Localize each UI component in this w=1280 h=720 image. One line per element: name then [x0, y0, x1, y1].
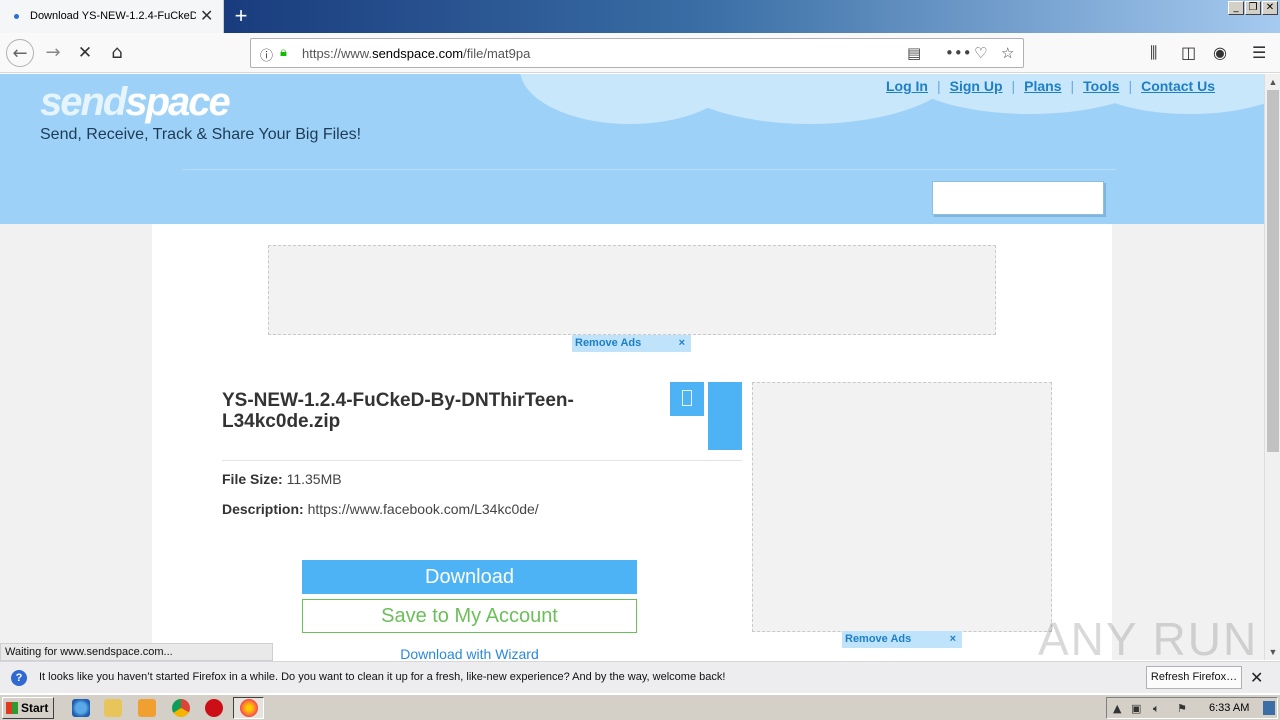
new-tab-button[interactable]: +	[230, 3, 252, 29]
description-label: Description:	[222, 501, 304, 517]
remove-ads-close-icon[interactable]: ×	[950, 631, 956, 648]
phone-icon	[682, 390, 692, 406]
forward-button[interactable]: →	[39, 39, 67, 67]
browser-titlebar: Download YS-NEW-1.2.4-FuCkeD-By-DNThirTe…	[0, 0, 1280, 33]
tab-title: Download YS-NEW-1.2.4-FuCkeD-By-DNThirTe…	[30, 10, 196, 22]
file-name-heading: YS-NEW-1.2.4-FuCkeD-By-DNThirTeen-L34kc0…	[222, 390, 574, 432]
scrollbar-thumb[interactable]	[1267, 90, 1279, 452]
header-search-box[interactable]	[932, 181, 1104, 215]
notification-message: It looks like you haven’t started Firefo…	[39, 671, 726, 683]
sidebar-icon[interactable]: ◫	[1181, 43, 1196, 62]
pocket-icon[interactable]: ♡	[974, 44, 987, 62]
opera-icon[interactable]	[205, 699, 223, 717]
remove-ads-side-button[interactable]: Remove Ads ×	[842, 631, 962, 648]
home-button[interactable]: ⌂	[103, 39, 131, 67]
main-content: Remove Ads × YS-NEW-1.2.4-FuCkeD-By-DNTh…	[152, 224, 1112, 660]
volume-icon[interactable]: 🔈︎	[1153, 702, 1160, 716]
site-tagline: Send, Receive, Track & Share Your Big Fi…	[40, 126, 362, 143]
web-page: sendspace Send, Receive, Track & Share Y…	[0, 74, 1264, 660]
page-scrollbar[interactable]: ▲ ▼	[1264, 74, 1280, 660]
menu-icon[interactable]: ☰	[1252, 43, 1266, 62]
scroll-down-arrow-icon[interactable]: ▼	[1265, 644, 1280, 660]
lock-icon[interactable]: 🔒︎	[280, 45, 287, 60]
action-center-flag-icon[interactable]: ⚑	[1177, 702, 1187, 715]
start-button[interactable]: Start	[2, 697, 54, 719]
back-button[interactable]: ←	[6, 39, 34, 67]
file-explorer-icon[interactable]	[104, 699, 122, 717]
show-desktop-icon[interactable]	[1263, 701, 1275, 715]
description-row: Description: https://www.facebook.com/L3…	[222, 501, 539, 517]
bookmark-star-icon[interactable]: ☆	[1001, 44, 1014, 62]
show-hidden-icons-icon[interactable]: ▲	[1113, 702, 1121, 715]
remove-ads-close-icon[interactable]: ×	[679, 335, 685, 352]
anyrun-watermark: ANY RUN	[1038, 613, 1259, 665]
qr-code-button[interactable]	[670, 382, 704, 416]
file-size-row: File Size: 11.35MB	[222, 471, 342, 487]
reader-view-icon[interactable]: ▤	[907, 44, 921, 62]
ad-box-side[interactable]	[752, 382, 1052, 632]
file-divider	[222, 460, 742, 461]
library-icon[interactable]: ⫼	[1150, 43, 1157, 63]
firefox-notification-bar: ? It looks like you haven’t started Fire…	[0, 661, 1280, 693]
nav-plans-link[interactable]: Plans	[1024, 78, 1061, 94]
description-value: https://www.facebook.com/L34kc0de/	[307, 501, 539, 517]
ad-banner-top[interactable]	[268, 245, 996, 335]
system-tray: ▲ ▣ 🔈︎ ⚑ 6:33 AM	[1106, 697, 1278, 719]
question-icon: ?	[11, 670, 27, 686]
firefox-taskbar-button[interactable]	[233, 697, 264, 719]
save-to-account-button[interactable]: Save to My Account	[302, 599, 637, 633]
page-actions-icon[interactable]: •••	[945, 44, 972, 62]
internet-explorer-icon[interactable]	[72, 699, 90, 717]
stop-loading-button[interactable]: ✕	[71, 39, 99, 67]
url-text[interactable]: https://www.sendspace.com/file/mat9pa	[302, 46, 530, 61]
file-size-value: 11.35MB	[286, 471, 342, 487]
top-navigation: Log In | Sign Up | Plans | Tools | Contact Us	[885, 78, 1215, 94]
browser-tab[interactable]: Download YS-NEW-1.2.4-FuCkeD-By-DNThirTe…	[0, 0, 224, 33]
header-divider	[182, 169, 1116, 170]
download-with-wizard-link[interactable]: Download with Wizard	[302, 646, 637, 660]
info-icon[interactable]: ⓘ	[260, 45, 273, 64]
nav-log-in-link[interactable]: Log In	[886, 78, 928, 94]
close-window-button[interactable]: ✕	[1262, 1, 1278, 15]
site-logo[interactable]: sendspace	[40, 80, 231, 125]
navigation-toolbar: ← → ✕ ⌂ ⓘ 🔒︎ https://www.sendspace.com/f…	[0, 33, 1280, 73]
scroll-up-arrow-icon[interactable]: ▲	[1265, 74, 1280, 90]
download-button[interactable]: Download	[302, 560, 637, 594]
tab-loading-icon	[14, 14, 19, 19]
notification-close-icon[interactable]: ✕	[1250, 668, 1263, 687]
share-side-button[interactable]	[708, 382, 742, 450]
windows-taskbar: Start ▲ ▣ 🔈︎ ⚑ 6:33 AM	[0, 694, 1280, 720]
file-size-label: File Size:	[222, 471, 283, 487]
account-icon[interactable]: ◉	[1213, 43, 1227, 62]
minimize-button[interactable]: _	[1228, 1, 1244, 15]
refresh-firefox-button[interactable]: Refresh Firefox…	[1146, 666, 1242, 689]
remove-ads-top-button[interactable]: Remove Ads ×	[572, 335, 691, 352]
network-icon[interactable]: ▣	[1131, 702, 1141, 715]
firefox-icon	[240, 699, 258, 717]
media-player-icon[interactable]	[138, 699, 156, 717]
site-header: sendspace Send, Receive, Track & Share Y…	[0, 74, 1264, 224]
address-bar[interactable]: ⓘ 🔒︎ https://www.sendspace.com/file/mat9…	[250, 38, 1024, 68]
taskbar-clock[interactable]: 6:33 AM	[1209, 702, 1249, 714]
windows-logo-icon	[6, 702, 18, 714]
nav-contact-us-link[interactable]: Contact Us	[1141, 78, 1215, 94]
chrome-icon[interactable]	[172, 699, 190, 717]
tab-close-icon[interactable]: ✕	[200, 6, 213, 26]
nav-sign-up-link[interactable]: Sign Up	[950, 78, 1003, 94]
restore-button[interactable]: ❐	[1245, 1, 1261, 15]
browser-status-text: Waiting for www.sendspace.com...	[0, 643, 273, 661]
nav-tools-link[interactable]: Tools	[1083, 78, 1119, 94]
